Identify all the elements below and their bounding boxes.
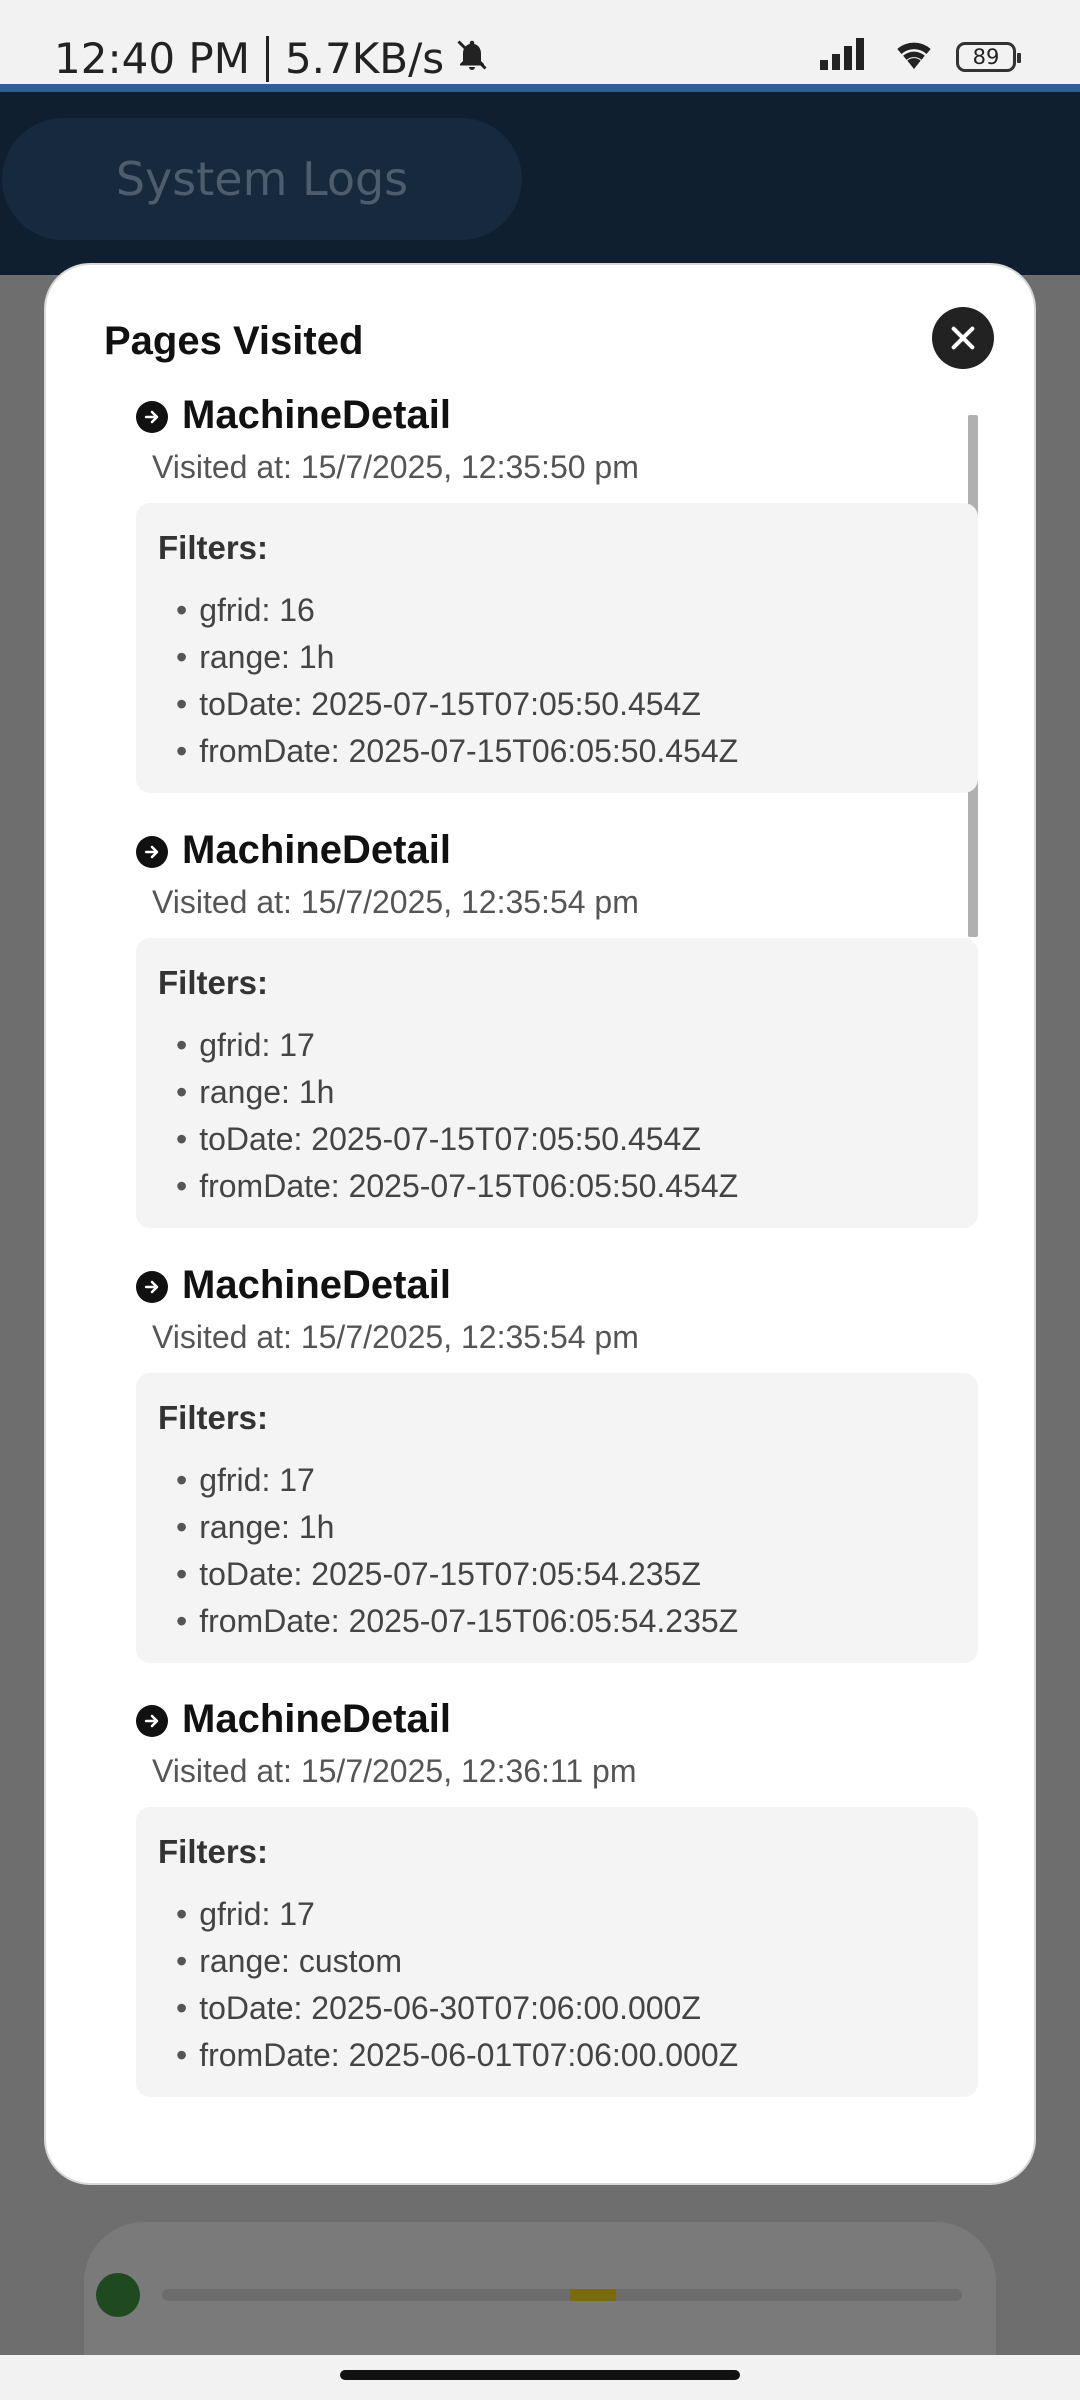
status-left: 12:40 PM 5.7KB/s bbox=[54, 34, 490, 83]
arrow-right-circle-icon bbox=[136, 401, 168, 433]
filter-item: fromDate: 2025-07-15T06:05:50.454Z bbox=[176, 1163, 738, 1210]
filter-item: range: 1h bbox=[176, 1069, 738, 1116]
filters-box: Filters: gfrid: 17 range: 1h toDate: 202… bbox=[136, 1373, 978, 1663]
filter-item: gfrid: 17 bbox=[176, 1022, 738, 1069]
arrow-right-circle-icon bbox=[136, 1271, 168, 1303]
visited-at: Visited at: 15/7/2025, 12:35:54 pm bbox=[152, 1319, 639, 1355]
page-name: MachineDetail bbox=[182, 1697, 451, 1741]
status-bar: 12:40 PM 5.7KB/s 89 bbox=[0, 0, 1080, 84]
list-item: MachineDetail Visited at: 15/7/2025, 12:… bbox=[136, 1697, 978, 2097]
visited-at: Visited at: 15/7/2025, 12:35:50 pm bbox=[152, 449, 639, 485]
page-name: MachineDetail bbox=[182, 828, 451, 872]
arrow-right-circle-icon bbox=[136, 1705, 168, 1737]
list-item: MachineDetail Visited at: 15/7/2025, 12:… bbox=[136, 1263, 978, 1663]
list-item: MachineDetail Visited at: 15/7/2025, 12:… bbox=[136, 828, 978, 1228]
filter-list: gfrid: 17 range: 1h toDate: 2025-07-15T0… bbox=[176, 1457, 738, 1645]
filter-item: range: custom bbox=[176, 1938, 738, 1985]
page-name: MachineDetail bbox=[182, 393, 451, 437]
network-speed: 5.7KB/s bbox=[284, 34, 445, 83]
filter-item: range: 1h bbox=[176, 1504, 738, 1551]
filter-item: gfrid: 17 bbox=[176, 1891, 738, 1938]
filters-box: Filters: gfrid: 17 range: 1h toDate: 202… bbox=[136, 938, 978, 1228]
close-icon bbox=[951, 326, 975, 350]
filters-box: Filters: gfrid: 17 range: custom toDate:… bbox=[136, 1807, 978, 2097]
filters-label: Filters: bbox=[158, 1833, 269, 1870]
filter-item: toDate: 2025-07-15T07:05:50.454Z bbox=[176, 1116, 738, 1163]
filter-item: gfrid: 17 bbox=[176, 1457, 738, 1504]
status-time: 12:40 PM bbox=[54, 34, 250, 83]
modal-title: Pages Visited bbox=[104, 319, 364, 363]
page-title-pill: System Logs bbox=[2, 118, 522, 240]
close-button[interactable] bbox=[932, 307, 994, 369]
home-indicator[interactable] bbox=[340, 2370, 740, 2380]
arrow-right-circle-icon bbox=[136, 836, 168, 868]
list-item: MachineDetail Visited at: 15/7/2025, 12:… bbox=[136, 393, 978, 793]
filter-item: fromDate: 2025-07-15T06:05:50.454Z bbox=[176, 728, 738, 775]
status-dot bbox=[96, 2273, 140, 2317]
visited-at: Visited at: 15/7/2025, 12:35:54 pm bbox=[152, 884, 639, 920]
battery-icon: 89 bbox=[956, 41, 1021, 72]
filter-item: gfrid: 16 bbox=[176, 587, 738, 634]
filter-item: toDate: 2025-07-15T07:05:50.454Z bbox=[176, 681, 738, 728]
app-header: System Logs bbox=[0, 92, 1080, 275]
pages-visited-modal: Pages Visited MachineDetail Visited at: … bbox=[44, 263, 1036, 2185]
wifi-icon bbox=[894, 38, 934, 75]
screen: 12:40 PM 5.7KB/s 89 System Logs Pages Vi… bbox=[0, 0, 1080, 2400]
status-divider bbox=[265, 35, 269, 82]
filter-item: fromDate: 2025-07-15T06:05:54.235Z bbox=[176, 1598, 738, 1645]
filter-item: toDate: 2025-06-30T07:06:00.000Z bbox=[176, 1985, 738, 2032]
filter-item: range: 1h bbox=[176, 634, 738, 681]
filters-label: Filters: bbox=[158, 529, 269, 566]
signal-icon bbox=[820, 38, 872, 75]
timeline-marker bbox=[570, 2289, 616, 2301]
bell-off-icon bbox=[454, 34, 490, 83]
filter-list: gfrid: 16 range: 1h toDate: 2025-07-15T0… bbox=[176, 587, 738, 775]
filter-item: toDate: 2025-07-15T07:05:54.235Z bbox=[176, 1551, 738, 1598]
filters-label: Filters: bbox=[158, 964, 269, 1001]
filter-item: fromDate: 2025-06-01T07:06:00.000Z bbox=[176, 2032, 738, 2079]
header-accent-line bbox=[0, 84, 1080, 92]
filter-list: gfrid: 17 range: custom toDate: 2025-06-… bbox=[176, 1891, 738, 2079]
status-right: 89 bbox=[820, 38, 1021, 75]
visited-at: Visited at: 15/7/2025, 12:36:11 pm bbox=[152, 1753, 637, 1789]
timeline-track bbox=[162, 2289, 962, 2301]
page-name: MachineDetail bbox=[182, 1263, 451, 1307]
filter-list: gfrid: 17 range: 1h toDate: 2025-07-15T0… bbox=[176, 1022, 738, 1210]
filters-box: Filters: gfrid: 16 range: 1h toDate: 202… bbox=[136, 503, 978, 793]
filters-label: Filters: bbox=[158, 1399, 269, 1436]
